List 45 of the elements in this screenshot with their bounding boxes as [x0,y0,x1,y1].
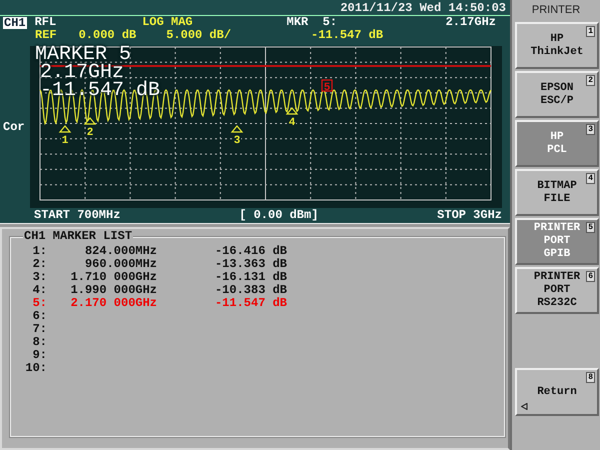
marker-number: 6: [32,310,47,323]
scale-value: 5.000 dB/ [166,29,232,42]
marker-value: -16.416 dB [214,245,287,258]
menu-title: PRINTER [530,3,582,18]
back-triangle-icon [521,403,528,410]
marker-readout: 2.17GHz [39,64,124,82]
marker-frequency: 824.000MHz [84,245,157,258]
marker-frequency: 1.990 000GHz [70,284,157,297]
marker-frequency: 2.170 000GHz [70,297,157,310]
marker-number: 2: [32,258,47,271]
correction-label: Cor [3,119,25,136]
marker-number: 10: [24,362,47,375]
marker-frequency: 960.000MHz [84,258,157,271]
marker-number: 4: [32,284,47,297]
stop-frequency: STOP 3GHz [437,208,502,223]
marker-number: 7: [32,323,47,336]
softkey-button[interactable]: PRINTER PORT GPIB 5 [515,218,599,265]
trace-marker: 5 [321,79,333,94]
marker-value: -10.383 dB [214,284,287,297]
softkey-button[interactable]: HP PCL 3 [515,120,599,167]
marker-frequency: 1.710 000GHz [70,271,157,284]
marker-frequency: 2.17GHz [446,16,496,29]
marker-number: 8: [32,336,47,349]
marker-value: -11.547 dB [214,297,287,310]
marker-value: -16.131 dB [214,271,287,284]
softkey-button[interactable]: PRINTER PORT RS232C 6 [515,267,599,314]
marker-number: 3: [32,271,47,284]
softkey-button[interactable]: EPSON ESC/P 2 [515,71,599,118]
reference-value: 0.000 dB [78,29,136,42]
softkey-button[interactable]: HP ThinkJet 1 [515,22,599,69]
date-time: 2011/11/23 Wed 14:50:03 [340,0,506,15]
power-level: [ 0.00 dBm] [239,208,318,223]
reference-label: REF [35,29,57,42]
format-label: LOG MAG [142,16,193,29]
softkey-button[interactable]: BITMAP FILE 4 [515,169,599,216]
return-button[interactable]: Return 8 [515,368,599,416]
marker-number: 9: [32,349,47,362]
start-frequency: START 700MHz [34,208,120,223]
marker-label: MKR 5: [286,16,338,29]
marker-number: 1: [32,245,47,258]
marker-value: -13.363 dB [214,258,287,271]
marker-number: 5: [32,297,47,310]
marker-value: -11.547 dB [311,29,384,42]
measurement-label: RFL [34,16,56,29]
channel-label: CH1 [3,17,27,29]
